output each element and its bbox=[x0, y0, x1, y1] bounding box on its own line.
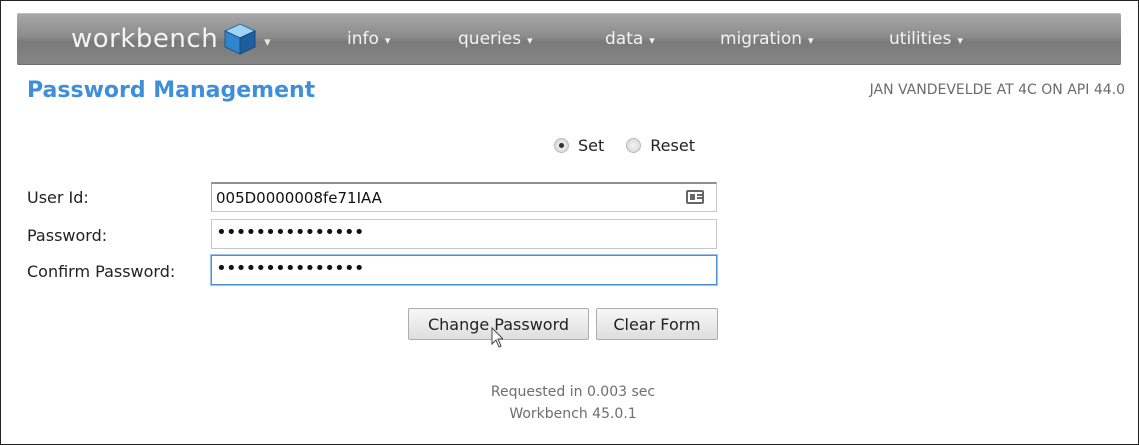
radio-set[interactable] bbox=[554, 138, 569, 153]
chevron-down-icon: ▾ bbox=[649, 34, 655, 47]
nav-menu-data[interactable]: data ▾ bbox=[605, 29, 655, 49]
password-value: ••••••••••••••• bbox=[216, 222, 365, 243]
user-id-value: 005D0000008fe71IAA bbox=[216, 189, 382, 207]
clear-form-button[interactable]: Clear Form bbox=[596, 308, 718, 340]
chevron-down-icon: ▾ bbox=[808, 34, 814, 47]
mouse-pointer-icon bbox=[491, 327, 503, 348]
user-id-input[interactable]: 005D0000008fe71IAA bbox=[211, 182, 717, 212]
nav-menu-label: data bbox=[605, 29, 644, 49]
confirm-password-input[interactable]: ••••••••••••••• bbox=[211, 255, 717, 285]
cube-logo-icon bbox=[223, 23, 257, 55]
top-navbar: workbench ▾ info ▾ queries ▾ data ▾ migr… bbox=[17, 13, 1121, 65]
nav-menu-label: utilities bbox=[889, 29, 952, 49]
password-input[interactable]: ••••••••••••••• bbox=[211, 219, 717, 249]
nav-menu-label: info bbox=[347, 29, 379, 49]
page-title: Password Management bbox=[27, 78, 316, 103]
nav-menu-migration[interactable]: migration ▾ bbox=[720, 29, 814, 49]
confirm-password-label: Confirm Password: bbox=[27, 262, 176, 281]
nav-menu-utilities[interactable]: utilities ▾ bbox=[889, 29, 963, 49]
chevron-down-icon: ▾ bbox=[384, 34, 391, 47]
radio-reset[interactable] bbox=[626, 138, 642, 153]
confirm-password-value: ••••••••••••••• bbox=[216, 258, 365, 279]
chevron-down-icon: ▾ bbox=[527, 34, 533, 47]
nav-menu-label: queries bbox=[458, 29, 522, 49]
user-id-label: User Id: bbox=[27, 188, 89, 207]
nav-menu-info[interactable]: info ▾ bbox=[347, 29, 390, 49]
request-timing: Requested in 0.003 sec bbox=[490, 384, 656, 400]
radio-set-label[interactable]: Set bbox=[578, 136, 604, 155]
brand-menu[interactable]: workbench ▾ bbox=[71, 21, 271, 57]
chevron-down-icon: ▾ bbox=[957, 34, 963, 47]
brand-name: workbench bbox=[71, 24, 219, 54]
contact-card-icon[interactable] bbox=[686, 190, 704, 204]
nav-menu-label: migration bbox=[720, 29, 803, 49]
radio-reset-label[interactable]: Reset bbox=[650, 136, 695, 155]
chevron-down-icon: ▾ bbox=[264, 34, 272, 50]
nav-menu-queries[interactable]: queries ▾ bbox=[458, 29, 533, 49]
mode-selector: Set Reset bbox=[554, 136, 717, 155]
workbench-version: Workbench 45.0.1 bbox=[509, 406, 637, 422]
user-info: JAN VANDEVELDE AT 4C ON API 44.0 bbox=[869, 82, 1125, 98]
password-label: Password: bbox=[27, 226, 108, 245]
